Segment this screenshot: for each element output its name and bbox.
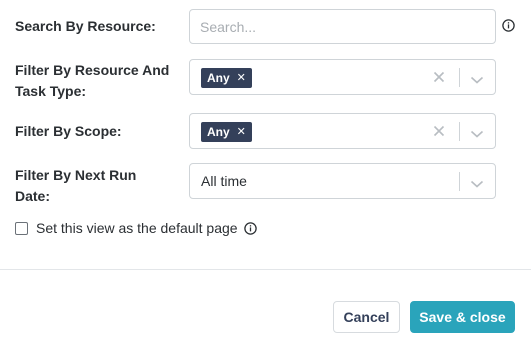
clear-icon[interactable] [431, 123, 447, 139]
info-icon[interactable] [243, 221, 257, 235]
next-run-date-label-line1: Filter By Next Run [15, 167, 137, 183]
scope-label: Filter By Scope: [15, 123, 122, 139]
default-view-checkbox[interactable] [15, 221, 28, 235]
scope-chip-label: Any [207, 125, 230, 139]
chevron-down-icon[interactable] [470, 126, 484, 138]
filter-dialog: Search By Resource: Filter By Resource A… [0, 0, 531, 339]
scope-chip: Any ✕ [201, 122, 252, 142]
search-resource-input[interactable] [189, 9, 496, 44]
save-close-button[interactable]: Save & close [410, 301, 515, 333]
cancel-button[interactable]: Cancel [333, 301, 400, 333]
chevron-down-icon[interactable] [470, 176, 484, 188]
separator [459, 172, 460, 191]
resource-task-type-chip: Any ✕ [201, 68, 252, 88]
default-view-label[interactable]: Set this view as the default page [36, 220, 238, 236]
chevron-down-icon[interactable] [470, 72, 484, 84]
default-view-row: Set this view as the default page [15, 220, 257, 236]
next-run-date-value: All time [201, 173, 247, 189]
resource-task-type-label: Filter By Resource And Task Type: [15, 60, 169, 102]
next-run-date-select[interactable]: All time [189, 163, 496, 199]
footer-divider [0, 269, 531, 270]
resource-task-type-label-line2: Task Type: [15, 83, 87, 99]
info-icon[interactable] [502, 19, 515, 32]
chip-remove-icon[interactable]: ✕ [237, 68, 246, 88]
next-run-date-label-line2: Date: [15, 188, 51, 204]
resource-task-type-select[interactable]: Any ✕ [189, 59, 496, 95]
separator [459, 68, 460, 87]
resource-task-type-chip-label: Any [207, 71, 230, 85]
resource-task-type-label-line1: Filter By Resource And [15, 62, 170, 78]
next-run-date-label: Filter By Next Run Date: [15, 165, 136, 207]
separator [459, 122, 460, 141]
chip-remove-icon[interactable]: ✕ [237, 122, 246, 142]
scope-select[interactable]: Any ✕ [189, 113, 496, 149]
clear-icon[interactable] [431, 69, 447, 85]
search-by-resource-label: Search By Resource: [15, 18, 156, 34]
